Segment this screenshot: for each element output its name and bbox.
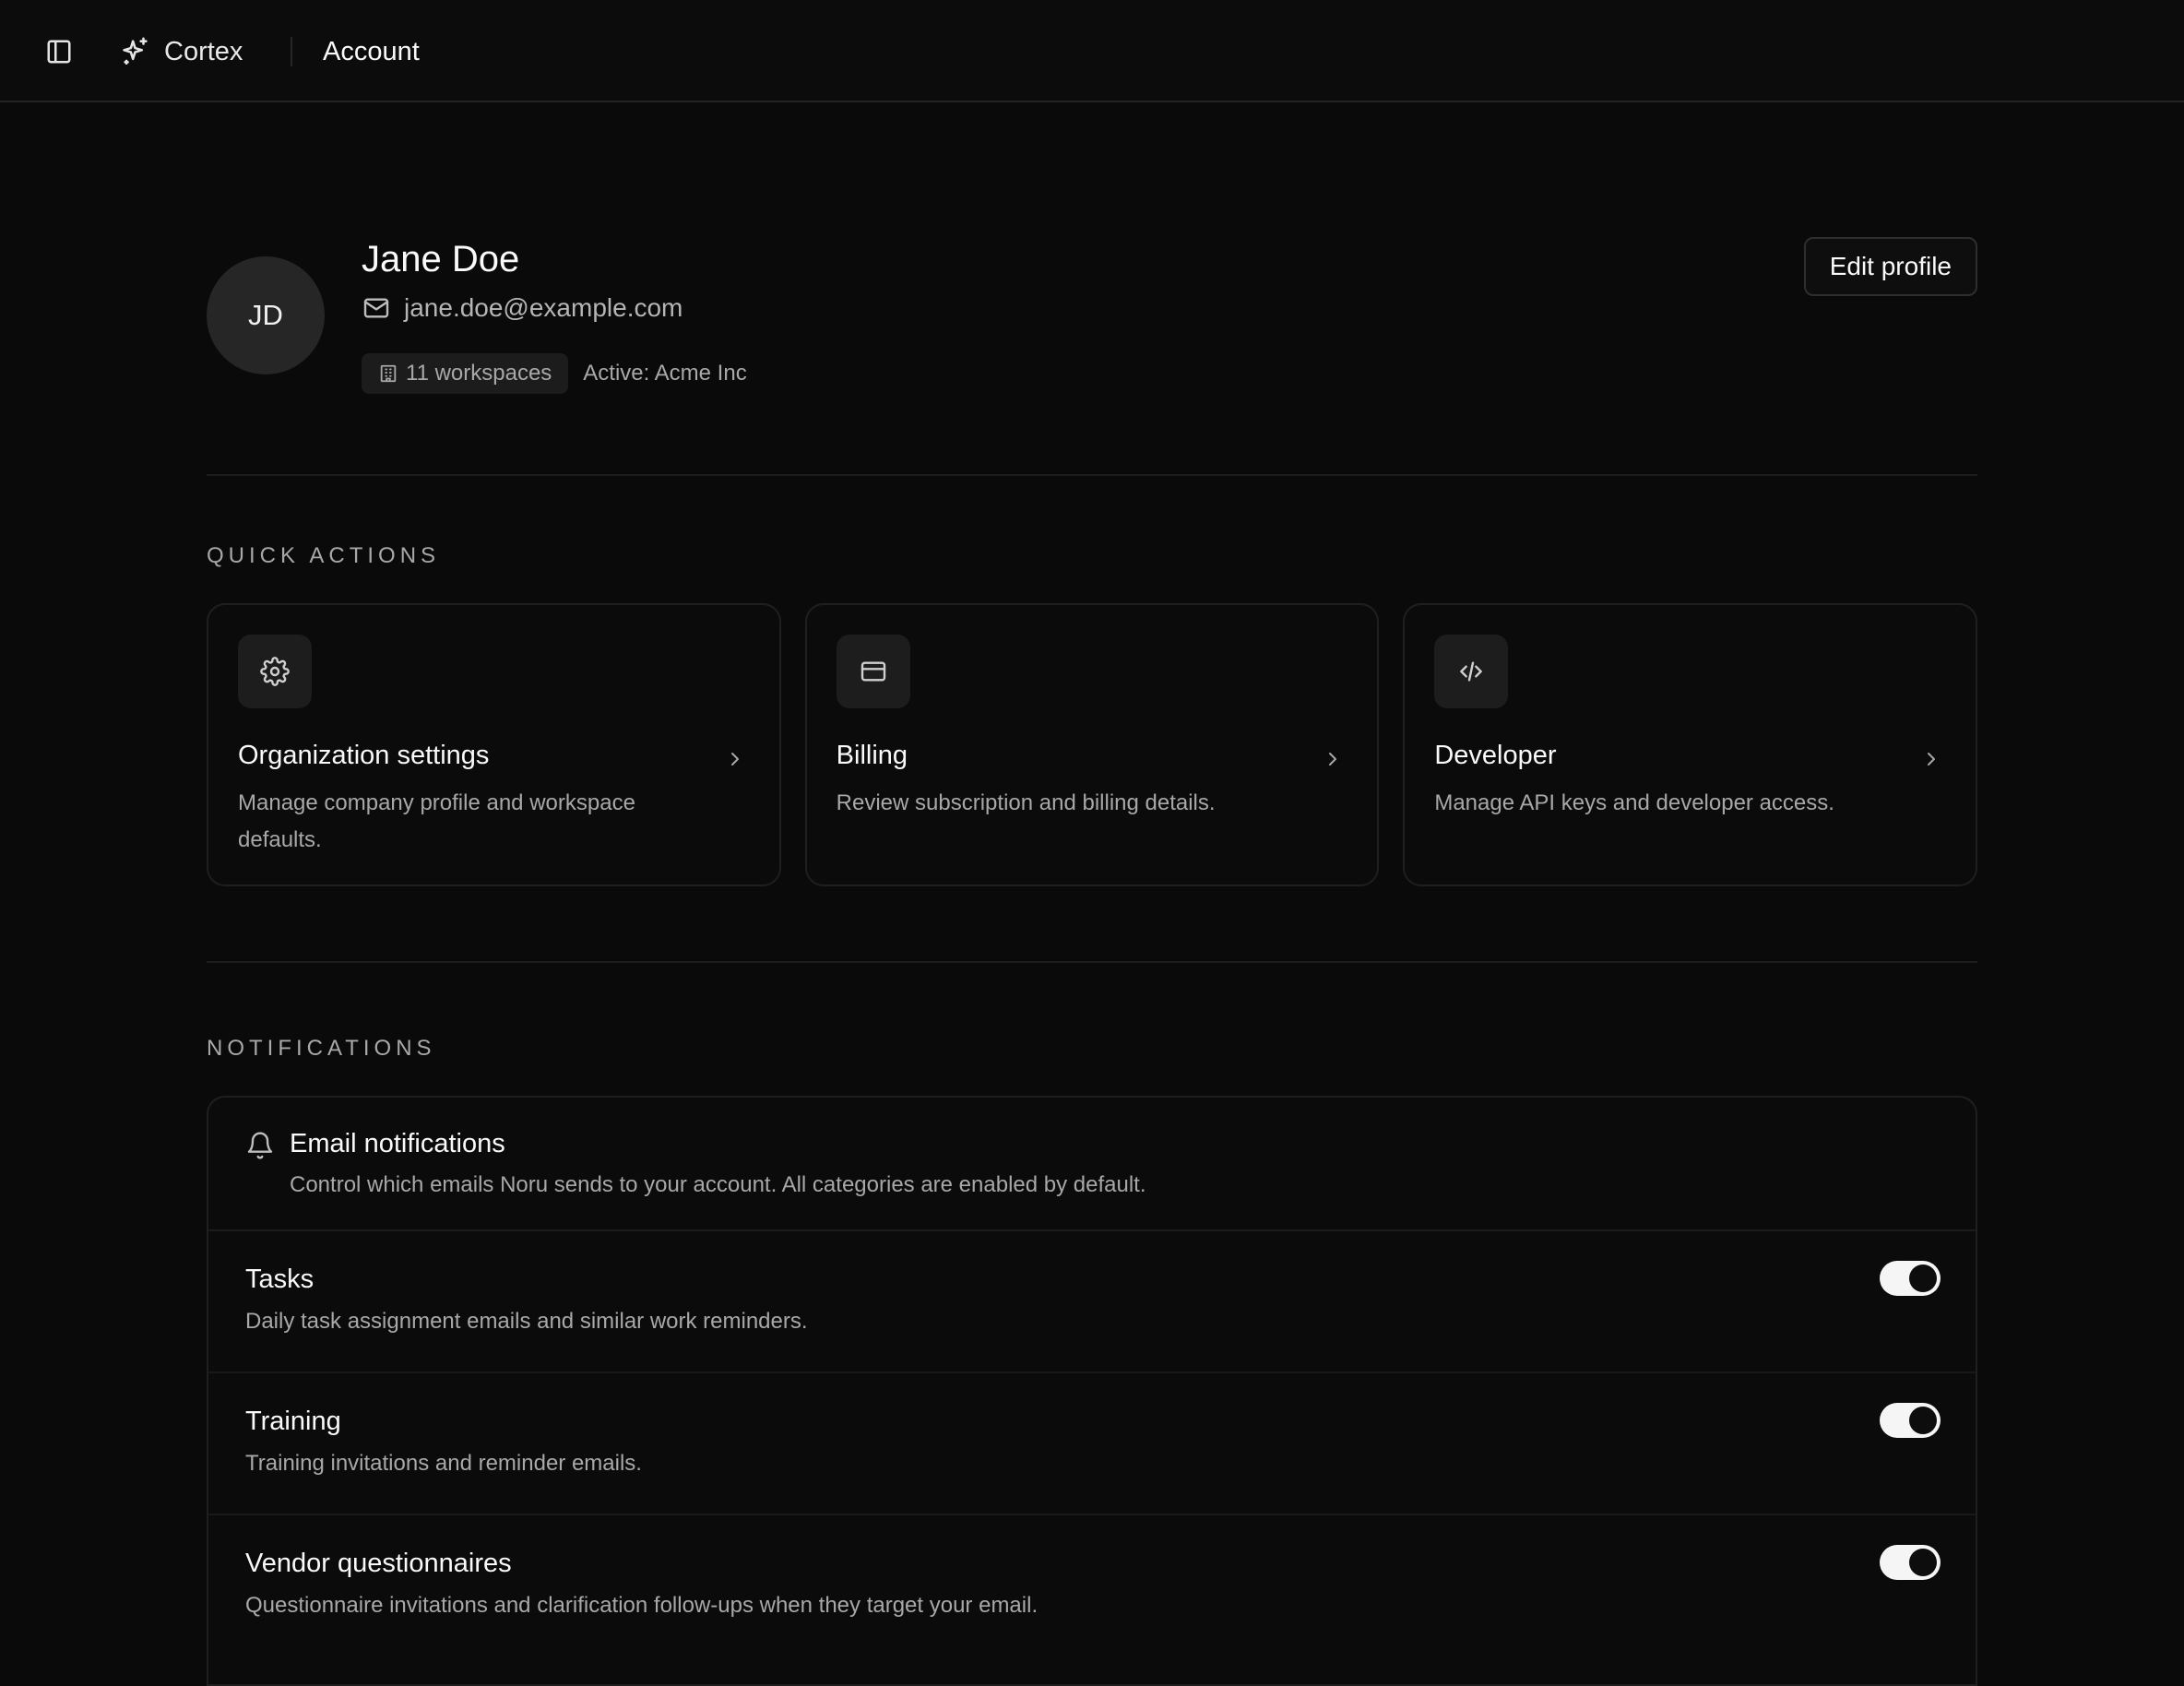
quick-actions-heading: QUICK ACTIONS — [207, 543, 441, 568]
card-icon-container — [1434, 635, 1509, 708]
email-notifications-title: Email notifications — [290, 1129, 505, 1158]
organization-settings-card[interactable]: Organization settings Manage company pro… — [207, 603, 781, 886]
breadcrumb-account: Account — [323, 37, 420, 66]
sidebar-toggle-button[interactable] — [44, 37, 74, 66]
notification-description: Daily task assignment emails and similar… — [245, 1309, 808, 1334]
sparkles-icon — [123, 37, 148, 65]
chevron-right-icon — [1928, 753, 1936, 766]
notification-row-tasks: Tasks Daily task assignment emails and s… — [208, 1231, 1976, 1373]
profile-meta: 11 workspaces Active: Acme Inc — [362, 353, 747, 394]
toggle-knob — [1909, 1407, 1937, 1434]
building-icon — [380, 364, 397, 383]
tasks-toggle[interactable] — [1880, 1261, 1941, 1296]
avatar-initials: JD — [248, 299, 283, 331]
chevron-right-icon — [1329, 753, 1337, 766]
card-icon-container — [238, 635, 312, 708]
mail-icon — [363, 298, 389, 318]
notification-description: Training invitations and reminder emails… — [245, 1451, 642, 1476]
credit-card-icon — [861, 661, 885, 682]
header-divider — [291, 37, 292, 66]
edit-profile-button[interactable]: Edit profile — [1803, 237, 1977, 296]
card-description: Review subscription and billing details. — [836, 790, 1216, 815]
billing-card[interactable]: Billing Review subscription and billing … — [804, 603, 1380, 886]
notifications-panel: Email notifications Control which emails… — [207, 1096, 1977, 1686]
code-icon — [1460, 661, 1483, 682]
workspaces-count: 11 workspaces — [406, 361, 552, 386]
quick-actions-grid: Organization settings Manage company pro… — [207, 603, 1978, 886]
card-icon-container — [836, 635, 910, 708]
vendor-questionnaires-toggle[interactable] — [1880, 1545, 1941, 1580]
card-title: Developer — [1434, 741, 1557, 770]
toggle-knob — [1909, 1549, 1937, 1576]
profile-name: Jane Doe — [362, 239, 520, 279]
notification-title: Tasks — [245, 1264, 315, 1294]
card-description: Manage company profile and workspace def… — [238, 790, 635, 852]
notification-title: Vendor questionnaires — [245, 1549, 512, 1578]
top-bar: Cortex Account — [0, 0, 2184, 102]
active-workspace: Active: Acme Inc — [583, 361, 747, 386]
notification-row-training: Training Training invitations and remind… — [208, 1373, 1976, 1515]
section-divider — [207, 474, 1977, 476]
profile-email-row: jane.doe@example.com — [362, 293, 682, 323]
sidebar-panel-icon — [47, 40, 71, 64]
notification-description: Questionnaire invitations and clarificat… — [245, 1593, 1039, 1618]
avatar: JD — [207, 256, 325, 374]
card-description: Manage API keys and developer access. — [1434, 790, 1834, 815]
chevron-right-icon — [730, 753, 739, 766]
brand-link[interactable]: Cortex — [120, 33, 243, 70]
card-title: Organization settings — [238, 741, 490, 770]
email-notifications-subtitle: Control which emails Noru sends to your … — [290, 1172, 1146, 1197]
toggle-knob — [1909, 1264, 1937, 1292]
notification-title: Training — [245, 1407, 341, 1436]
profile-email: jane.doe@example.com — [404, 293, 683, 322]
section-divider — [207, 961, 1977, 963]
email-notifications-header: Email notifications Control which emails… — [208, 1098, 1976, 1231]
workspaces-badge[interactable]: 11 workspaces — [362, 353, 569, 394]
bell-icon — [247, 1132, 273, 1159]
developer-card[interactable]: Developer Manage API keys and developer … — [1403, 603, 1978, 886]
notifications-heading: NOTIFICATIONS — [207, 1036, 436, 1061]
brand-name: Cortex — [164, 36, 243, 66]
training-toggle[interactable] — [1880, 1403, 1941, 1438]
gear-icon — [260, 657, 290, 686]
card-title: Billing — [836, 741, 908, 770]
notification-row-vendor-questionnaires: Vendor questionnaires Questionnaire invi… — [208, 1515, 1976, 1657]
